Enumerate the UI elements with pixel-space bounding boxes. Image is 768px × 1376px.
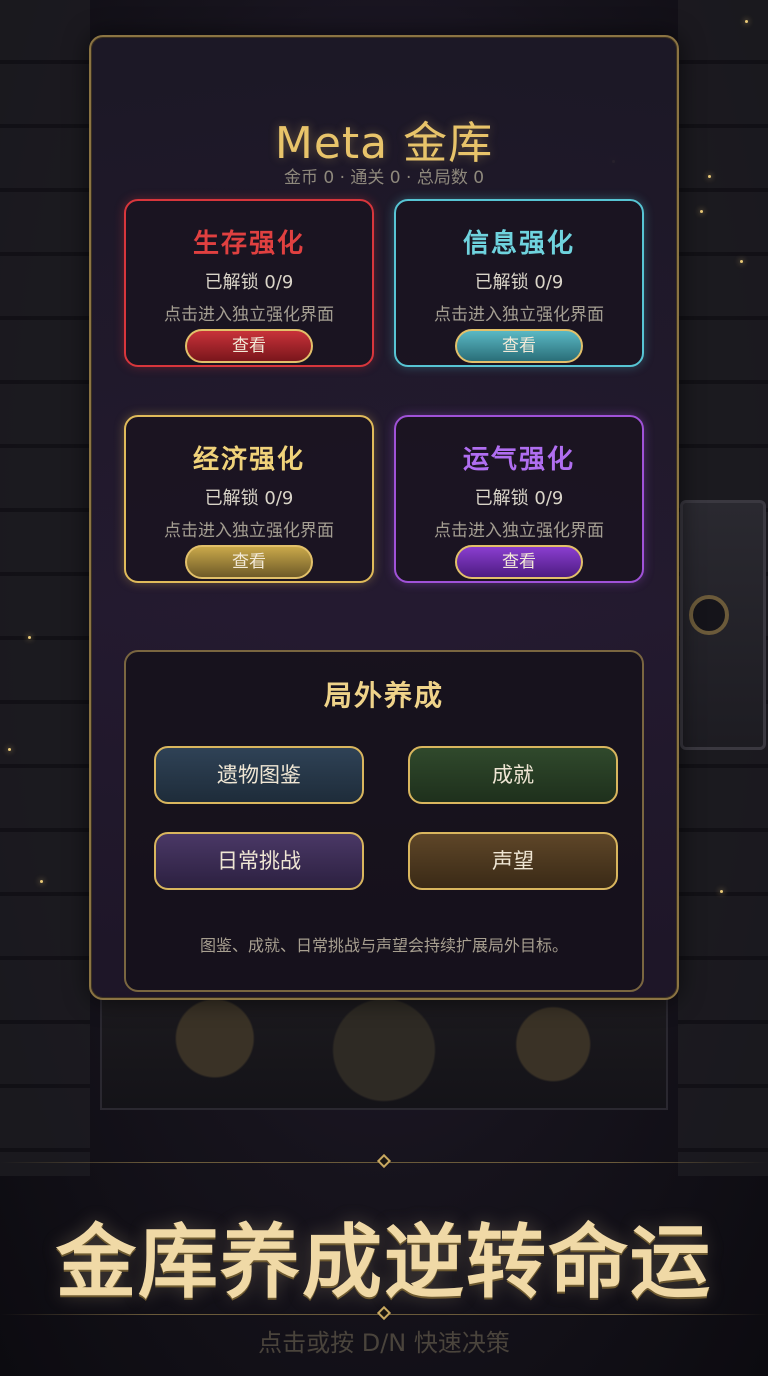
daily-challenge-button[interactable]: 日常挑战 <box>154 832 364 890</box>
sparkle <box>28 636 31 639</box>
prestige-button[interactable]: 声望 <box>408 832 618 890</box>
page-title: Meta 金库 <box>274 118 494 169</box>
stats-line: 金币 0 · 通关 0 · 总局数 0 <box>283 168 485 188</box>
card-luck[interactable]: 运气强化 已解锁 0/9 点击进入独立强化界面 查看 <box>394 415 644 583</box>
card-survival[interactable]: 生存强化 已解锁 0/9 点击进入独立强化界面 查看 <box>124 199 374 367</box>
card-description: 点击进入独立强化界面 <box>164 305 334 325</box>
sparkle <box>740 260 743 263</box>
vault-lock-plate <box>680 500 766 750</box>
card-economy[interactable]: 经济强化 已解锁 0/9 点击进入独立强化界面 查看 <box>124 415 374 583</box>
sparkle <box>745 20 748 23</box>
achievements-button[interactable]: 成就 <box>408 746 618 804</box>
sparkle <box>8 748 11 751</box>
card-info[interactable]: 信息强化 已解锁 0/9 点击进入独立强化界面 查看 <box>394 199 644 367</box>
meta-progression-section: 局外养成 遗物图鉴 成就 日常挑战 声望 图鉴、成就、日常挑战与声望会持续扩展局… <box>124 650 644 992</box>
card-description: 点击进入独立强化界面 <box>164 521 334 541</box>
control-hint: 点击或按 D/N 快速决策 <box>258 1329 510 1357</box>
card-title: 经济强化 <box>192 445 305 475</box>
view-info-button[interactable]: 查看 <box>455 329 583 363</box>
card-description: 点击进入独立强化界面 <box>434 305 604 325</box>
card-title: 生存强化 <box>192 229 305 259</box>
card-title: 信息强化 <box>462 229 575 259</box>
sparkle <box>720 890 723 893</box>
left-wall <box>0 0 90 1176</box>
view-luck-button[interactable]: 查看 <box>455 545 583 579</box>
card-unlock-status: 已解锁 0/9 <box>474 488 564 509</box>
relic-codex-button[interactable]: 遗物图鉴 <box>154 746 364 804</box>
section-title: 局外养成 <box>323 679 444 712</box>
slogan: 金库养成逆转命运 <box>56 1215 712 1309</box>
upgrade-cards: 生存强化 已解锁 0/9 点击进入独立强化界面 查看 信息强化 已解锁 0/9 … <box>124 199 644 583</box>
sparkle <box>700 210 703 213</box>
sparkle <box>708 175 711 178</box>
sparkle <box>40 880 43 883</box>
section-note: 图鉴、成就、日常挑战与声望会持续扩展局外目标。 <box>199 936 568 955</box>
gear-icon <box>100 990 668 1110</box>
card-description: 点击进入独立强化界面 <box>434 521 604 541</box>
card-title: 运气强化 <box>462 445 575 475</box>
card-unlock-status: 已解锁 0/9 <box>204 272 294 293</box>
keyhole-icon <box>689 595 729 635</box>
view-economy-button[interactable]: 查看 <box>185 545 313 579</box>
card-unlock-status: 已解锁 0/9 <box>204 488 294 509</box>
view-survival-button[interactable]: 查看 <box>185 329 313 363</box>
card-unlock-status: 已解锁 0/9 <box>474 272 564 293</box>
